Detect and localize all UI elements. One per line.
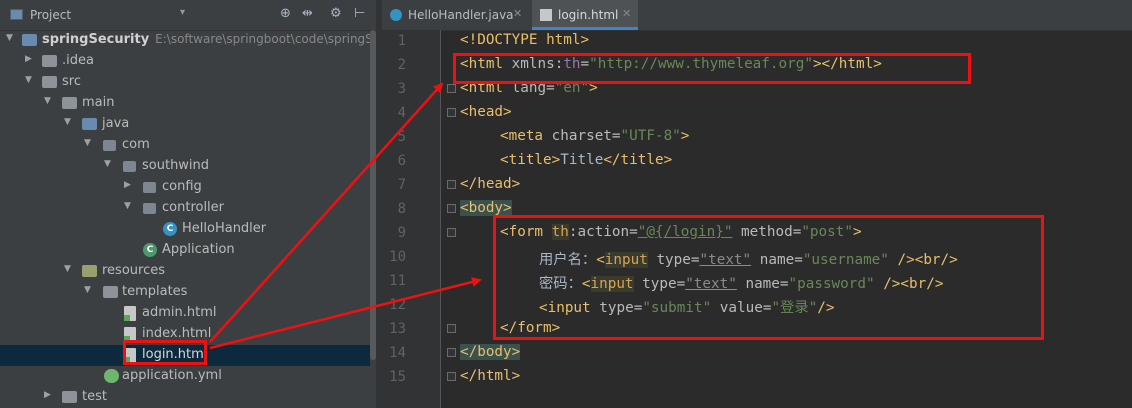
arrow-to-form: [209, 277, 482, 350]
arrow-to-namespace: [209, 82, 444, 343]
annotation-arrows: [209, 82, 482, 350]
